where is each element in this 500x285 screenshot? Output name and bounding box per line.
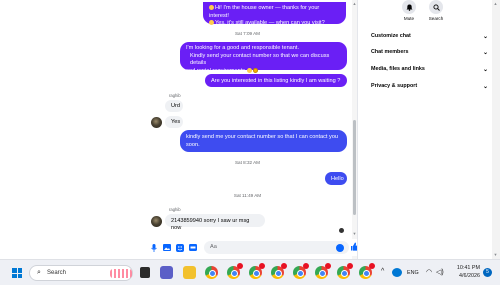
mic-icon[interactable] xyxy=(149,243,158,252)
message-list[interactable]: Hi! I'm the house owner — thanks for you… xyxy=(143,0,352,238)
message-text: Hello xyxy=(331,175,344,182)
notification-badge xyxy=(281,263,287,269)
clock-time: 10:41 PM xyxy=(456,265,480,271)
search-in-conversation-button[interactable]: Search xyxy=(421,0,451,21)
row-label: Privacy & support xyxy=(371,83,418,89)
onedrive-icon[interactable] xyxy=(392,268,402,277)
wifi-icon[interactable]: ◠ xyxy=(426,268,432,276)
clock-date: 4/6/2026 xyxy=(459,272,480,279)
mute-label: Mute xyxy=(403,16,415,21)
timestamp: Sat 11:49 AM xyxy=(233,193,262,198)
outgoing-message[interactable]: Are you interested in this listing kindl… xyxy=(205,74,347,87)
windows-taskbar: ⌕ Search ^ ENG ◠ ◁) 10:41 PM 4/6/2026 5 xyxy=(0,259,500,285)
emoji-picker-icon[interactable] xyxy=(336,243,344,252)
avatar[interactable] xyxy=(151,216,162,227)
message-text: Kindly send your contact number so that … xyxy=(190,52,330,67)
system-clock[interactable]: 10:41 PM 4/6/2026 xyxy=(454,265,480,280)
notification-badge xyxy=(369,263,375,269)
bell-icon xyxy=(402,0,416,14)
message-text: 2143859940 sorry I saw ur msg now xyxy=(171,217,250,232)
incoming-message[interactable]: 2143859940 sorry I saw ur msg now xyxy=(165,214,265,231)
conversation-info-panel: Mute Search Customize chat ⌄ Chat member… xyxy=(357,0,500,259)
sticker-icon[interactable] xyxy=(175,243,184,252)
notification-badge xyxy=(237,263,243,269)
message-text: Urd xyxy=(171,103,181,109)
volume-icon[interactable]: ◁) xyxy=(436,268,444,276)
gif-icon[interactable] xyxy=(188,243,197,252)
row-label: Media, files and links xyxy=(371,66,425,72)
row-label: Customize chat xyxy=(371,33,411,39)
sender-name: raghib xyxy=(169,93,181,98)
notification-badge xyxy=(325,263,331,269)
taskbar-search[interactable]: ⌕ Search xyxy=(29,265,133,281)
chrome-icon[interactable] xyxy=(293,263,309,279)
file-explorer-icon[interactable] xyxy=(183,266,196,279)
message-text: Are you interested in this listing kindl… xyxy=(211,77,341,84)
scrollbar-thumb[interactable] xyxy=(353,120,356,215)
customize-chat-row[interactable]: Customize chat ⌄ xyxy=(371,29,488,43)
seen-avatar xyxy=(339,228,344,233)
chat-members-row[interactable]: Chat members ⌄ xyxy=(371,45,488,59)
notification-center-badge[interactable]: 5 xyxy=(483,268,492,277)
show-hidden-icons-icon[interactable]: ^ xyxy=(381,268,384,275)
page-scrollbar[interactable]: ▲ ▼ xyxy=(492,0,500,259)
chevron-down-icon: ⌄ xyxy=(482,49,488,56)
scroll-down-arrow-icon[interactable]: ▼ xyxy=(493,252,498,257)
incoming-message[interactable]: Yes xyxy=(165,116,183,128)
chat-pane: Hi! I'm the house owner — thanks for you… xyxy=(143,0,352,259)
mute-button[interactable]: Mute xyxy=(394,0,424,21)
windows-logo-icon[interactable] xyxy=(12,268,22,278)
sender-name: raghib xyxy=(169,207,181,212)
message-text: and rental requirements xyxy=(186,67,246,74)
notification-badge xyxy=(259,263,265,269)
avatar[interactable] xyxy=(151,117,162,128)
outgoing-message[interactable]: kindly send me your contact number so th… xyxy=(180,130,347,152)
outgoing-message[interactable]: Hi! I'm the house owner — thanks for you… xyxy=(203,2,346,27)
notification-badge xyxy=(347,263,353,269)
teams-icon[interactable] xyxy=(160,266,173,279)
message-text: kindly send me your contact number so th… xyxy=(186,134,339,148)
search-icon: ⌕ xyxy=(37,269,41,276)
privacy-support-row[interactable]: Privacy & support ⌄ xyxy=(371,79,488,93)
key-emoji-icon xyxy=(246,67,252,73)
message-text: Yes, it's still available — when can you… xyxy=(215,20,325,27)
chrome-icon[interactable] xyxy=(205,266,218,279)
incoming-message[interactable]: Urd xyxy=(165,100,183,112)
chrome-icon[interactable] xyxy=(271,263,287,279)
task-view-icon[interactable] xyxy=(140,267,150,278)
chrome-icon[interactable] xyxy=(249,263,265,279)
smile-emoji-icon xyxy=(252,67,258,73)
chevron-down-icon: ⌄ xyxy=(482,33,488,40)
wave-emoji-icon xyxy=(209,5,214,11)
search-icon xyxy=(429,0,443,14)
message-text: I'm looking for a good and responsible t… xyxy=(186,45,300,51)
message-input[interactable]: Aa xyxy=(204,241,349,254)
chrome-icon[interactable] xyxy=(359,263,375,279)
image-icon[interactable] xyxy=(162,243,171,252)
chevron-down-icon: ⌄ xyxy=(482,83,488,90)
house-emoji-icon xyxy=(209,20,214,26)
chrome-icon[interactable] xyxy=(315,263,331,279)
search-label: Search xyxy=(428,16,444,21)
message-text: Yes xyxy=(171,119,181,125)
search-highlight-art xyxy=(110,269,132,278)
chevron-down-icon: ⌄ xyxy=(482,66,488,73)
notification-badge xyxy=(303,263,309,269)
row-label: Chat members xyxy=(371,49,409,55)
chrome-icon[interactable] xyxy=(337,263,353,279)
language-indicator[interactable]: ENG xyxy=(407,270,419,276)
scroll-up-arrow-icon[interactable]: ▲ xyxy=(493,1,498,6)
outgoing-message[interactable]: Hello xyxy=(325,172,347,185)
taskbar-search-label: Search xyxy=(47,270,67,276)
outgoing-message[interactable]: I'm looking for a good and responsible t… xyxy=(180,42,347,74)
chrome-icon[interactable] xyxy=(227,263,243,279)
media-files-links-row[interactable]: Media, files and links ⌄ xyxy=(371,62,488,76)
message-text: Hi! I'm the house owner — thanks for you… xyxy=(209,5,320,19)
message-composer: Aa xyxy=(147,239,359,256)
timestamp: Sat 8:32 AM xyxy=(234,160,261,165)
timestamp: Sat 7:09 AM xyxy=(234,31,261,36)
message-input-placeholder: Aa xyxy=(210,244,217,250)
